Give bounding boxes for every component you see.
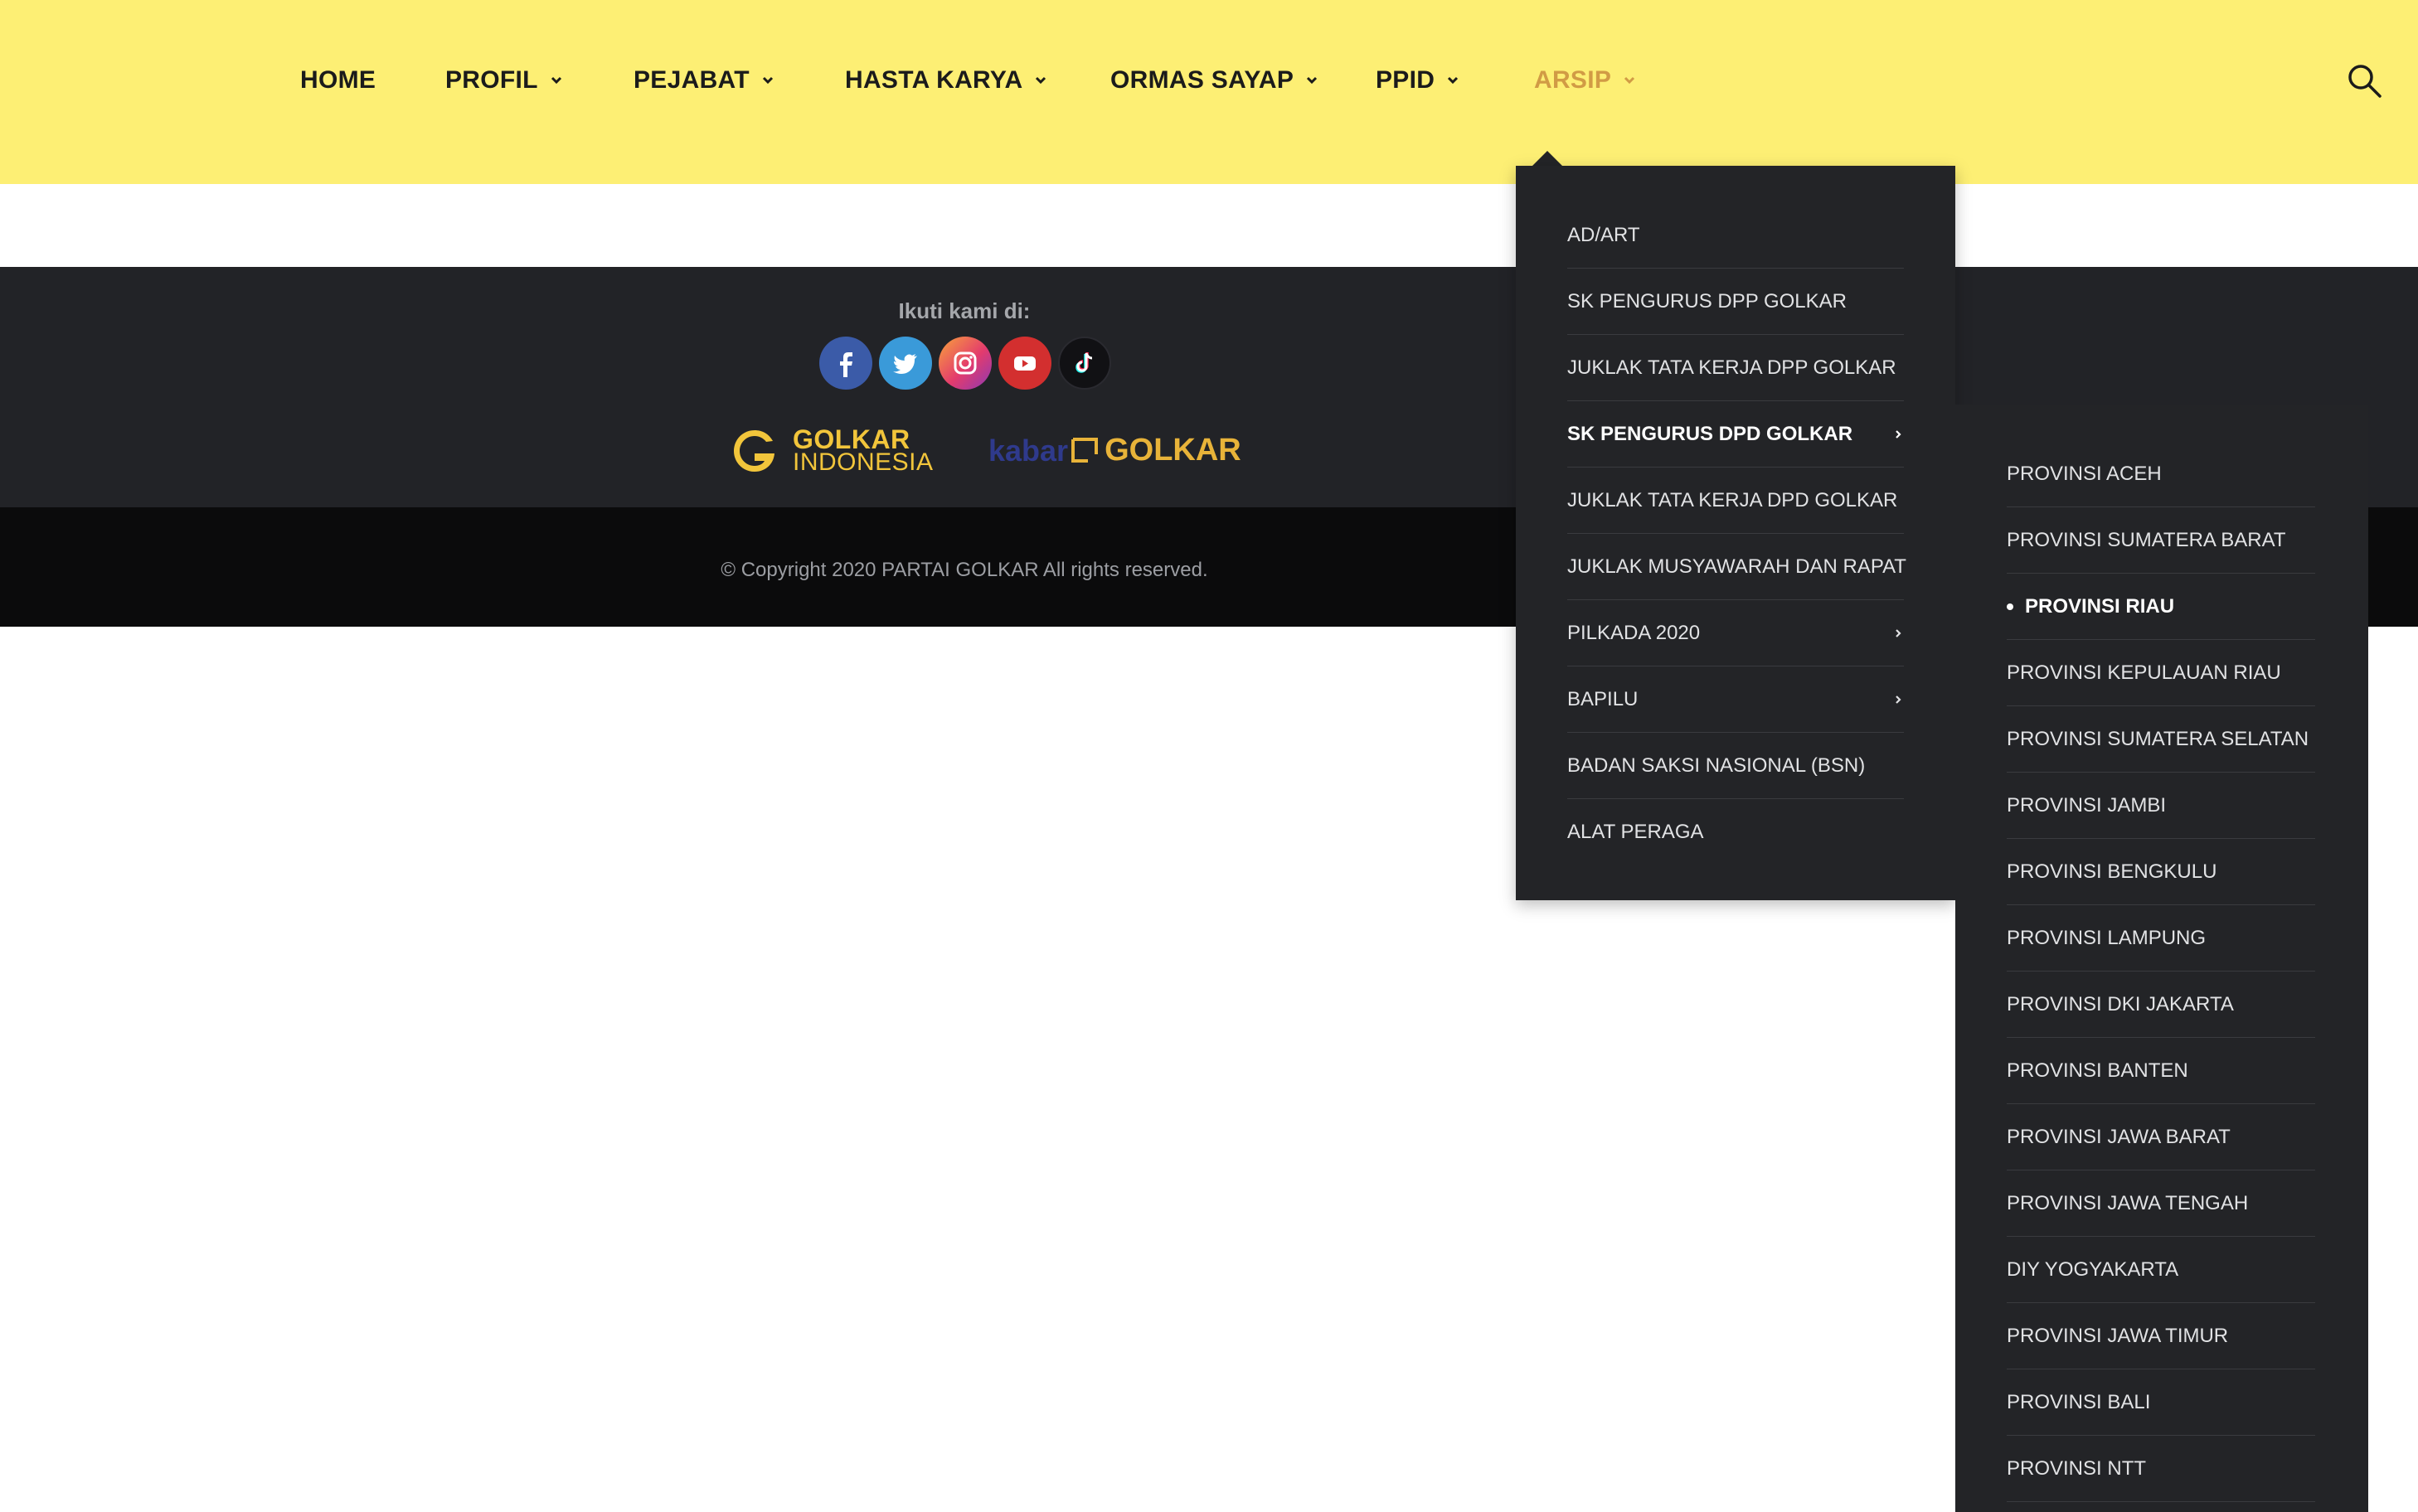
chevron-down-icon [1624,76,1635,85]
dropdown-item-label: JUKLAK MUSYAWARAH DAN RAPAT [1567,555,1906,578]
bullet-icon [2007,603,2013,610]
submenu-item-label: PROVINSI JAMBI [2007,793,2167,817]
dropdown-item-label: JUKLAK TATA KERJA DPP GOLKAR [1567,356,1896,379]
submenu-item-kepulauan-riau[interactable]: PROVINSI KEPULAUAN RIAU [2007,640,2315,706]
chevron-down-icon [1307,76,1318,85]
submenu-item-label: PROVINSI SUMATERA SELATAN [2007,727,2309,750]
submenu-item-sumatera-barat[interactable]: PROVINSI SUMATERA BARAT [2007,507,2315,574]
tiktok-icon[interactable] [1058,337,1111,390]
submenu-item-label: PROVINSI RIAU [2025,594,2175,618]
dropdown-item-label: AD/ART [1567,223,1640,246]
submenu-item-label: PROVINSI DKI JAKARTA [2007,992,2234,1015]
dropdown-item-juklak-dpd[interactable]: JUKLAK TATA KERJA DPD GOLKAR [1567,468,1904,534]
golkar-indonesia-logo[interactable]: GOLKAR INDONESIA [728,424,934,477]
dpd-provinces-submenu: PROVINSI ACEH PROVINSI SUMATERA BARAT PR… [1955,405,2368,1512]
submenu-item-jawa-timur[interactable]: PROVINSI JAWA TIMUR [2007,1303,2315,1369]
submenu-item-diy-yogyakarta[interactable]: DIY YOGYAKARTA [2007,1237,2315,1303]
golkar-g-icon [734,430,774,472]
submenu-item-sumatera-selatan[interactable]: PROVINSI SUMATERA SELATAN [2007,706,2315,773]
dropdown-item-label: SK PENGURUS DPP GOLKAR [1567,289,1847,313]
main-nav: HOME PROFIL PEJABAT HASTA KARYA ORMAS SA… [0,0,2418,161]
nav-ppid[interactable]: PPID [1376,61,1461,99]
submenu-item-label: PROVINSI NTT [2007,1456,2147,1480]
submenu-item-label: PROVINSI BALI [2007,1390,2151,1413]
submenu-item-label: PROVINSI LAMPUNG [2007,926,2207,949]
chevron-right-icon [1896,628,1901,637]
dropdown-item-label: JUKLAK TATA KERJA DPD GOLKAR [1567,488,1898,511]
nav-pejabat-label: PEJABAT [634,66,750,94]
submenu-item-label: PROVINSI BANTEN [2007,1059,2188,1082]
submenu-item-jambi[interactable]: PROVINSI JAMBI [2007,773,2315,839]
submenu-item-label: PROVINSI KEPULAUAN RIAU [2007,661,2281,684]
nav-hasta-karya-label: HASTA KARYA [845,66,1023,94]
chevron-down-icon [551,76,561,85]
dropdown-item-bapilu[interactable]: BAPILU [1567,666,1904,733]
chevron-right-icon [1896,695,1901,704]
nav-arsip-label: ARSIP [1534,66,1612,94]
dropdown-item-label: SK PENGURUS DPD GOLKAR [1567,422,1853,445]
submenu-item-label: PROVINSI JAWA TIMUR [2007,1324,2229,1347]
youtube-icon[interactable] [998,337,1051,390]
nav-ppid-label: PPID [1376,66,1435,94]
dropdown-item-sk-pengurus-dpd[interactable]: SK PENGURUS DPD GOLKAR [1567,401,1904,468]
submenu-item-dki-jakarta[interactable]: PROVINSI DKI JAKARTA [2007,972,2315,1038]
submenu-item-label: PROVINSI ACEH [2007,462,2162,485]
logo-kabar-part2: GOLKAR [1105,433,1241,468]
nav-pejabat[interactable]: PEJABAT [634,61,776,99]
submenu-item-label: PROVINSI SUMATERA BARAT [2007,528,2286,551]
nav-arsip[interactable]: ARSIP [1534,61,1638,99]
chevron-down-icon [1448,76,1459,85]
nav-home[interactable]: HOME [300,61,376,99]
submenu-item-jawa-barat[interactable]: PROVINSI JAWA BARAT [2007,1104,2315,1170]
chevron-down-icon [762,76,773,85]
dropdown-item-bsn[interactable]: BADAN SAKSI NASIONAL (BSN) [1567,733,1904,799]
submenu-item-riau[interactable]: PROVINSI RIAU [2007,574,2315,640]
nav-profil-label: PROFIL [445,66,538,94]
logo-golkar-line2: INDONESIA [793,448,934,476]
submenu-item-bali[interactable]: PROVINSI BALI [2007,1369,2315,1436]
kabar-bracket-icon [1071,437,1099,463]
site-header: HOME PROFIL PEJABAT HASTA KARYA ORMAS SA… [0,0,2418,184]
dropdown-item-alat-peraga[interactable]: ALAT PERAGA [1567,799,1904,865]
dropdown-item-label: BAPILU [1567,687,1639,710]
chevron-right-icon [1896,429,1901,439]
instagram-icon[interactable] [939,337,992,390]
dropdown-item-pilkada-2020[interactable]: PILKADA 2020 [1567,600,1904,666]
chevron-down-icon [1036,76,1046,85]
submenu-item-ntt[interactable]: PROVINSI NTT [2007,1436,2315,1502]
dropdown-item-label: ALAT PERAGA [1567,821,1704,843]
nav-ormas-sayap-label: ORMAS SAYAP [1110,66,1294,94]
submenu-item-jawa-tengah[interactable]: PROVINSI JAWA TENGAH [2007,1170,2315,1237]
twitter-icon[interactable] [879,337,932,390]
nav-profil[interactable]: PROFIL [445,61,565,99]
nav-hasta-karya[interactable]: HASTA KARYA [845,61,1049,99]
nav-ormas-sayap[interactable]: ORMAS SAYAP [1110,61,1320,99]
submenu-item-bengkulu[interactable]: PROVINSI BENGKULU [2007,839,2315,905]
facebook-icon[interactable] [819,337,872,390]
submenu-item-label: PROVINSI BENGKULU [2007,860,2217,883]
arsip-dropdown: AD/ART SK PENGURUS DPP GOLKAR JUKLAK TAT… [1516,166,1955,900]
submenu-item-label: PROVINSI JAWA BARAT [2007,1125,2231,1148]
dropdown-item-sk-pengurus-dpp[interactable]: SK PENGURUS DPP GOLKAR [1567,269,1904,335]
dropdown-item-juklak-musyawarah[interactable]: JUKLAK MUSYAWARAH DAN RAPAT [1567,534,1906,600]
dropdown-item-label: PILKADA 2020 [1567,621,1701,644]
nav-home-label: HOME [300,66,376,94]
search-icon[interactable] [2345,61,2383,99]
kabar-golkar-logo[interactable]: kabar GOLKAR [988,433,1241,468]
dropdown-caret [1532,151,1562,166]
dropdown-item-ad-art[interactable]: AD/ART [1567,202,1904,269]
submenu-item-banten[interactable]: PROVINSI BANTEN [2007,1038,2315,1104]
submenu-item-lampung[interactable]: PROVINSI LAMPUNG [2007,905,2315,972]
submenu-item-label: PROVINSI JAWA TENGAH [2007,1191,2249,1214]
submenu-item-aceh[interactable]: PROVINSI ACEH [2007,441,2315,507]
submenu-item-label: DIY YOGYAKARTA [2007,1258,2179,1281]
dropdown-item-juklak-dpp[interactable]: JUKLAK TATA KERJA DPP GOLKAR [1567,335,1904,401]
dropdown-item-label: BADAN SAKSI NASIONAL (BSN) [1567,754,1866,777]
social-links [819,337,1111,390]
logo-kabar-part1: kabar [988,433,1069,468]
logo-golkar-line1: GOLKAR [793,424,910,454]
